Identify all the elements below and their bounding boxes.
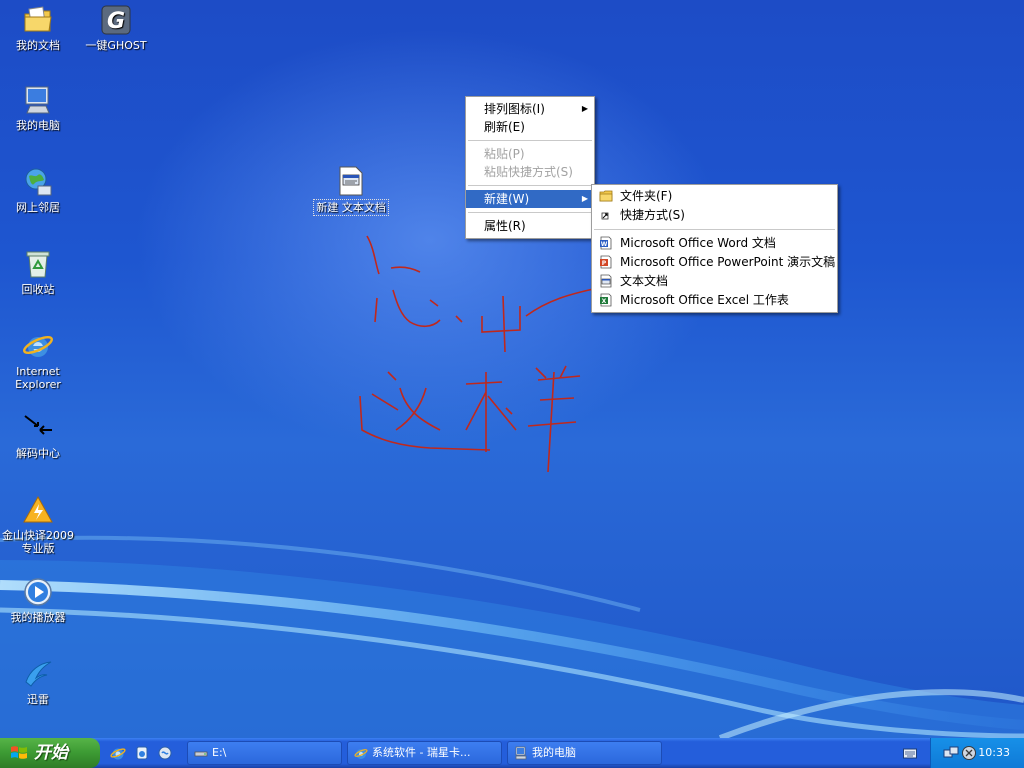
- submenu-item-text-document[interactable]: 文本文档: [592, 272, 837, 291]
- clock[interactable]: 10:33: [978, 738, 1010, 768]
- excel-icon: X: [600, 293, 612, 307]
- submenu-item-excel[interactable]: X Microsoft Office Excel 工作表: [592, 291, 837, 310]
- desktop-icon-new-text-document[interactable]: 新建 文本文档: [313, 166, 389, 216]
- submenu-item-word[interactable]: W Microsoft Office Word 文档: [592, 234, 837, 253]
- windows-logo-icon: [11, 746, 27, 759]
- desktop-icon-thunder[interactable]: 迅雷: [0, 658, 76, 706]
- desktop-icon-label: 解码中心: [16, 447, 60, 460]
- task-label: 我的电脑: [532, 746, 576, 759]
- network-icon: [25, 168, 52, 196]
- menu-separator: [468, 185, 592, 186]
- desktop-icon-label: 我的播放器: [10, 611, 66, 624]
- internet-explorer-icon: [22, 335, 54, 357]
- internet-explorer-icon[interactable]: [110, 745, 126, 761]
- taskbar-button-drive-e[interactable]: E:\: [187, 741, 342, 765]
- new-submenu: 文件夹(F) 快捷方式(S) W Microsoft Office Word 文…: [591, 184, 838, 313]
- desktop-icon-my-documents[interactable]: 我的文档: [0, 4, 76, 52]
- desktop[interactable]: 我的文档 G 一键GHOST 我的电脑 网上邻居 回收站 Internet Ex…: [0, 0, 1024, 738]
- thunder-icon: [25, 661, 52, 687]
- start-button[interactable]: 开始: [0, 738, 100, 768]
- menu-item-new[interactable]: 新建(W) ▶: [466, 190, 594, 208]
- menu-item-label: Microsoft Office PowerPoint 演示文稿: [620, 255, 836, 269]
- desktop-icon-label: 一键GHOST: [85, 39, 147, 52]
- folder-icon: [599, 190, 613, 202]
- taskbar: 开始 E:\ 系统软件 - 瑞星卡... 我的电脑 10:33: [0, 738, 1024, 768]
- desktop-icon-label: Internet Explorer: [15, 365, 61, 391]
- svg-text:G: G: [107, 9, 125, 34]
- menu-item-label: 文本文档: [620, 274, 669, 288]
- taskbar-button-system-software[interactable]: 系统软件 - 瑞星卡...: [347, 741, 502, 765]
- codec-center-icon: [24, 415, 52, 435]
- svg-text:P: P: [602, 260, 607, 267]
- menu-item-refresh[interactable]: 刷新(E): [466, 118, 594, 136]
- task-label: 系统软件 - 瑞星卡...: [372, 746, 471, 759]
- task-label: E:\: [212, 746, 227, 759]
- desktop-icon-label: 我的电脑: [16, 119, 60, 132]
- desktop-icon-label: 我的文档: [16, 39, 60, 52]
- taskbar-button-my-computer[interactable]: 我的电脑: [507, 741, 662, 765]
- menu-item-paste: 粘贴(P): [466, 145, 594, 163]
- menu-item-label: 粘贴(P): [484, 147, 525, 161]
- menu-item-label: 刷新(E): [484, 120, 525, 134]
- submenu-item-powerpoint[interactable]: P Microsoft Office PowerPoint 演示文稿: [592, 253, 837, 272]
- submenu-arrow-icon: ▶: [581, 194, 588, 203]
- my-computer-icon: [25, 86, 50, 114]
- media-icon[interactable]: [134, 745, 150, 761]
- menu-item-label: 快捷方式(S): [620, 208, 685, 222]
- menu-item-properties[interactable]: 属性(R): [466, 217, 594, 235]
- desktop-icon-label: 回收站: [21, 283, 55, 296]
- word-icon: W: [600, 236, 612, 250]
- menu-item-label: 属性(R): [484, 219, 526, 233]
- media-player-icon: [24, 578, 52, 606]
- menu-separator: [468, 212, 592, 213]
- submenu-item-folder[interactable]: 文件夹(F): [592, 187, 837, 206]
- system-tray: 10:33: [930, 738, 1024, 768]
- menu-item-label: Microsoft Office Excel 工作表: [620, 293, 789, 307]
- antivirus-icon[interactable]: [961, 745, 977, 761]
- svg-text:X: X: [602, 298, 607, 305]
- ghost-icon: G: [101, 5, 131, 35]
- desktop-icon-label: 新建 文本文档: [313, 199, 389, 216]
- network-connection-icon[interactable]: [943, 745, 959, 761]
- shortcut-icon: [601, 212, 609, 220]
- start-label: 开始: [34, 743, 68, 763]
- desktop-icon-codec-center[interactable]: 解码中心: [0, 412, 76, 460]
- menu-item-paste-shortcut: 粘贴快捷方式(S): [466, 163, 594, 181]
- desktop-icon-label: 网上邻居: [16, 201, 60, 214]
- submenu-item-shortcut[interactable]: 快捷方式(S): [592, 206, 837, 225]
- desktop-icon-my-computer[interactable]: 我的电脑: [0, 84, 76, 132]
- desktop-icon-network[interactable]: 网上邻居: [0, 166, 76, 214]
- recycle-bin-icon: [26, 251, 50, 278]
- menu-item-label: 粘贴快捷方式(S): [484, 165, 573, 179]
- menu-item-label: 排列图标(I): [484, 102, 545, 116]
- menu-item-label: 文件夹(F): [620, 189, 673, 203]
- show-desktop-icon[interactable]: [157, 745, 173, 761]
- desktop-icon-media-player[interactable]: 我的播放器: [0, 576, 76, 624]
- menu-item-arrange-icons[interactable]: 排列图标(I) ▶: [466, 100, 594, 118]
- menu-separator: [468, 140, 592, 141]
- kingsoft-translator-icon: [23, 495, 53, 523]
- text-document-icon: [339, 166, 363, 196]
- text-file-icon: [600, 274, 612, 288]
- menu-item-label: 新建(W): [484, 192, 530, 206]
- drive-icon: [194, 751, 208, 757]
- svg-text:W: W: [601, 241, 608, 248]
- desktop-icon-ghost[interactable]: G 一键GHOST: [78, 4, 154, 52]
- powerpoint-icon: P: [600, 255, 612, 269]
- submenu-arrow-icon: ▶: [581, 104, 588, 113]
- keyboard-icon[interactable]: [903, 747, 917, 759]
- my-computer-icon: [515, 746, 527, 760]
- desktop-icon-recycle-bin[interactable]: 回收站: [0, 248, 76, 296]
- desktop-context-menu: 排列图标(I) ▶ 刷新(E) 粘贴(P) 粘贴快捷方式(S) 新建(W) ▶ …: [465, 96, 595, 239]
- desktop-icon-kingsoft-translator[interactable]: 金山快译2009 专业版: [0, 494, 76, 555]
- menu-separator: [594, 229, 835, 230]
- my-documents-icon: [24, 6, 52, 32]
- desktop-icon-internet-explorer[interactable]: Internet Explorer: [0, 330, 76, 391]
- menu-item-label: Microsoft Office Word 文档: [620, 236, 776, 250]
- desktop-icon-label: 迅雷: [27, 693, 49, 706]
- desktop-icon-label: 金山快译2009 专业版: [2, 529, 74, 555]
- internet-explorer-icon: [354, 749, 368, 759]
